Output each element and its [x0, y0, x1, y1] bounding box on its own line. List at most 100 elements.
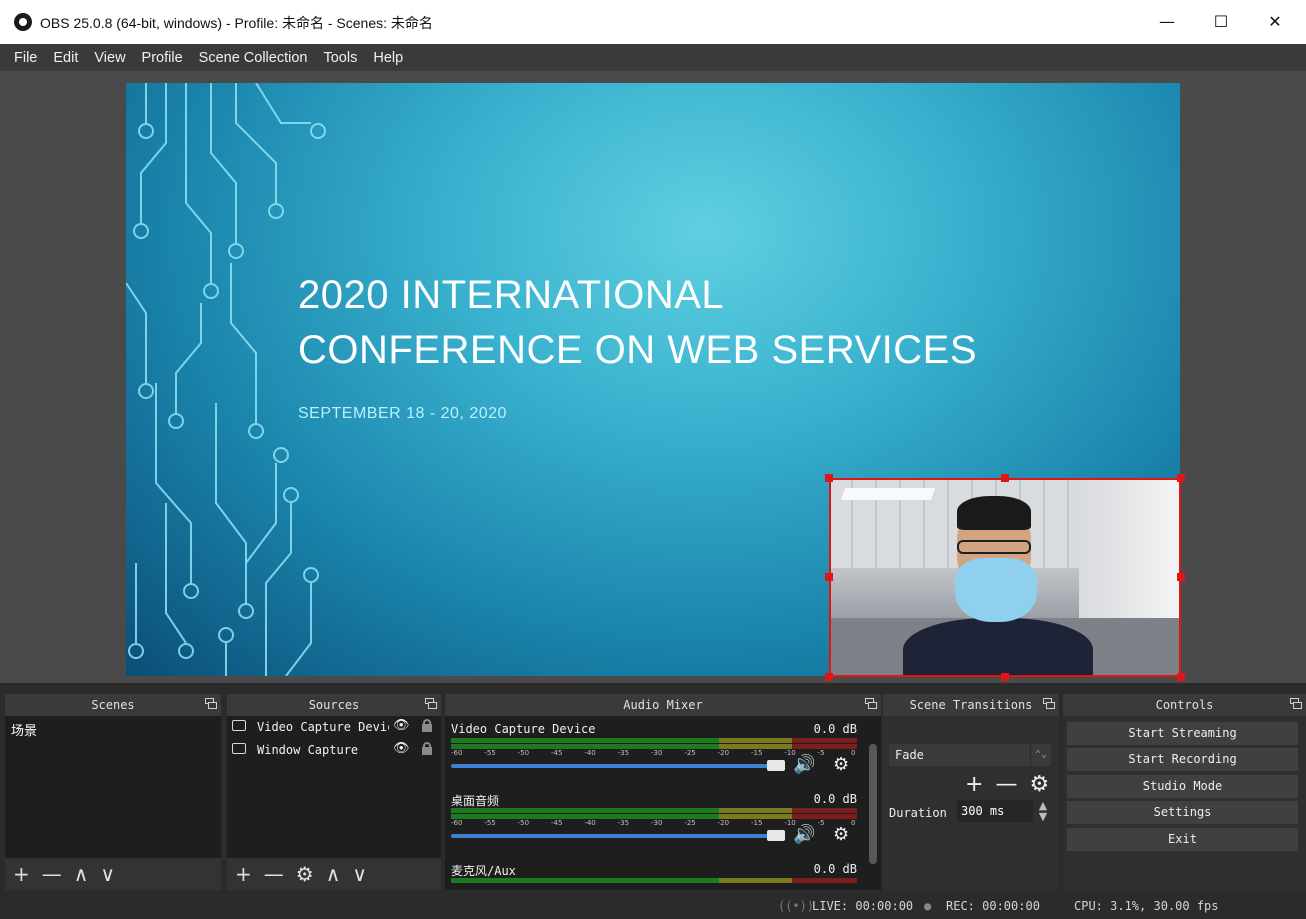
channel-db: 0.0 dB	[813, 862, 857, 876]
add-source-button[interactable]: +	[235, 862, 252, 886]
source-item[interactable]: Window Capture 👁	[227, 739, 441, 762]
menu-profile[interactable]: Profile	[142, 50, 183, 66]
resize-handle[interactable]	[825, 673, 833, 681]
menu-scene-collection[interactable]: Scene Collection	[199, 50, 308, 66]
start-streaming-button[interactable]: Start Streaming	[1067, 722, 1298, 745]
transition-select[interactable]: Fade ⌃⌄	[889, 744, 1051, 766]
menu-tools[interactable]: Tools	[323, 50, 357, 66]
scene-transitions-dock: Scene Transitions Fade ⌃⌄ + — ⚙ Duration…	[883, 694, 1059, 890]
menu-bar: File Edit View Profile Scene Collection …	[0, 44, 1306, 71]
mixer-channel: 麦克风/Aux 0.0 dB	[445, 856, 865, 890]
move-source-down-button[interactable]: ∨	[352, 862, 367, 886]
float-dock-icon[interactable]	[1290, 698, 1302, 710]
lock-icon[interactable]	[422, 719, 432, 732]
controls-dock: Controls Start Streaming Start Recording…	[1063, 694, 1306, 890]
add-scene-button[interactable]: +	[13, 862, 30, 886]
scenes-list[interactable]: 场景	[5, 716, 221, 858]
settings-button[interactable]: Settings	[1067, 801, 1298, 824]
camera-icon	[232, 720, 246, 731]
broadcast-icon: ((•))	[778, 899, 815, 913]
meter-tick-label: -55	[484, 749, 496, 757]
record-dot-icon: ●	[924, 899, 932, 913]
scene-item[interactable]: 场景	[5, 716, 221, 743]
menu-view[interactable]: View	[94, 50, 125, 66]
meter-tick-label: -50	[517, 749, 530, 757]
meter-tick-label: 0	[851, 819, 856, 827]
maximize-button[interactable]: ☐	[1194, 0, 1248, 44]
visibility-eye-icon[interactable]: 👁	[393, 718, 410, 733]
meter-tick-label: -20	[717, 749, 730, 757]
speaker-icon[interactable]: 🔊	[793, 754, 815, 775]
slide-title-line1: 2020 INTERNATIONAL	[298, 273, 725, 317]
resize-handle[interactable]	[1177, 474, 1185, 482]
meter-tick-label: -15	[751, 819, 763, 827]
duration-label: Duration	[889, 806, 947, 820]
menu-edit[interactable]: Edit	[53, 50, 78, 66]
remove-source-button[interactable]: —	[264, 862, 284, 886]
controls-body: Start Streaming Start Recording Studio M…	[1063, 716, 1306, 890]
meter-tick-label: -40	[584, 749, 596, 757]
resize-handle[interactable]	[825, 573, 833, 581]
meter-tick-label: -60	[451, 819, 463, 827]
gear-icon[interactable]: ⚙	[833, 824, 849, 845]
add-transition-button[interactable]: +	[965, 772, 983, 797]
resize-handle[interactable]	[1177, 673, 1185, 681]
exit-button[interactable]: Exit	[1067, 828, 1298, 851]
speaker-icon[interactable]: 🔊	[793, 824, 815, 845]
resize-handle[interactable]	[1001, 673, 1009, 681]
source-selection-box[interactable]	[829, 478, 1181, 677]
move-source-up-button[interactable]: ∧	[326, 862, 341, 886]
menu-file[interactable]: File	[14, 50, 37, 66]
meter-tick-label: -35	[617, 749, 630, 757]
source-properties-button[interactable]: ⚙	[296, 862, 314, 886]
mixer-scrollbar[interactable]	[869, 744, 877, 864]
menu-help[interactable]: Help	[373, 50, 403, 66]
volume-slider-handle[interactable]	[767, 830, 785, 841]
circuit-decoration	[126, 83, 326, 676]
controls-header: Controls	[1063, 694, 1306, 716]
start-recording-button[interactable]: Start Recording	[1067, 748, 1298, 771]
move-scene-down-button[interactable]: ∨	[100, 862, 115, 886]
float-dock-icon[interactable]	[205, 698, 217, 710]
sources-header: Sources	[227, 694, 441, 716]
volume-slider[interactable]	[451, 834, 773, 838]
resize-handle[interactable]	[1177, 573, 1185, 581]
duration-spinner[interactable]: ▲ ▼	[1033, 800, 1053, 824]
volume-meter	[451, 738, 857, 743]
transition-settings-button[interactable]: ⚙	[1029, 772, 1049, 797]
sources-list[interactable]: Video Capture Device 👁 Window Capture 👁	[227, 716, 441, 858]
resize-handle[interactable]	[1001, 474, 1009, 482]
mixer-body: Video Capture Device 0.0 dB -60 -55 -50 -45…	[445, 716, 881, 890]
channel-db: 0.0 dB	[813, 792, 857, 806]
studio-mode-button[interactable]: Studio Mode	[1067, 775, 1298, 798]
float-dock-icon[interactable]	[865, 698, 877, 710]
minimize-button[interactable]: —	[1140, 0, 1194, 44]
sources-dock: Sources Video Capture Device 👁 Window Ca…	[227, 694, 441, 890]
source-item[interactable]: Video Capture Device 👁	[227, 716, 441, 739]
float-dock-icon[interactable]	[1043, 698, 1055, 710]
remove-scene-button[interactable]: —	[42, 862, 62, 886]
meter-tick-label: -30	[651, 819, 663, 827]
volume-slider[interactable]	[451, 764, 773, 768]
resize-handle[interactable]	[825, 474, 833, 482]
transitions-body: Fade ⌃⌄ + — ⚙ Duration 300 ms ▲ ▼	[883, 716, 1059, 890]
lock-icon[interactable]	[422, 742, 432, 755]
sources-toolbar: + — ⚙ ∧ ∨	[227, 858, 441, 890]
visibility-eye-icon[interactable]: 👁	[393, 741, 410, 756]
transition-tools: + — ⚙	[965, 772, 1049, 797]
gear-icon[interactable]: ⚙	[833, 754, 849, 775]
close-button[interactable]: ✕	[1248, 0, 1302, 44]
channel-db: 0.0 dB	[813, 722, 857, 736]
mixer-channel: Video Capture Device 0.0 dB -60 -55 -50 -45…	[445, 716, 865, 786]
volume-meter	[451, 808, 857, 813]
channel-name: 桌面音频	[451, 794, 500, 808]
remove-transition-button[interactable]: —	[995, 772, 1017, 797]
transitions-header: Scene Transitions	[883, 694, 1059, 716]
meter-tick-label: -30	[651, 749, 663, 757]
move-scene-up-button[interactable]: ∧	[74, 862, 89, 886]
cpu-status: CPU: 3.1%, 30.00 fps	[1074, 899, 1219, 913]
meter-tick-label: -5	[817, 819, 825, 827]
float-dock-icon[interactable]	[425, 698, 437, 710]
duration-input[interactable]: 300 ms	[957, 800, 1033, 822]
volume-slider-handle[interactable]	[767, 760, 785, 771]
